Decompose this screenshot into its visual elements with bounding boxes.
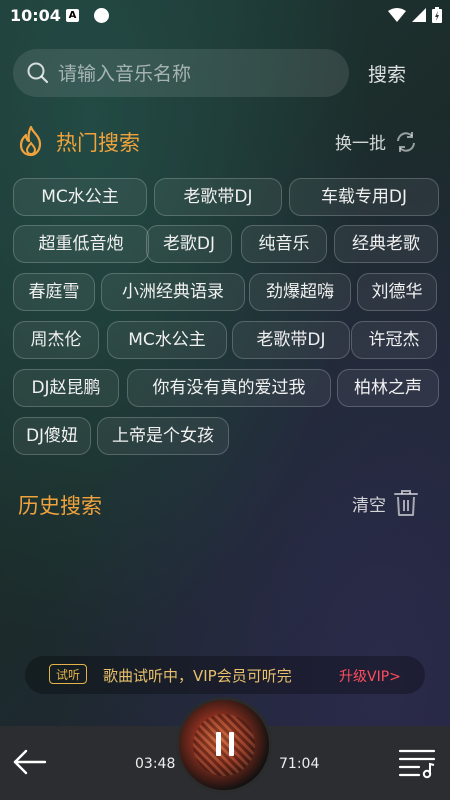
hot-tag[interactable]: 超重低音炮	[13, 225, 149, 263]
hot-tag[interactable]: 你有没有真的爱过我	[127, 369, 331, 407]
hot-tag[interactable]: 老歌DJ	[146, 225, 232, 263]
hot-tag[interactable]: 上帝是个女孩	[97, 417, 229, 455]
refresh-button[interactable]: 换一批	[335, 129, 418, 154]
status-bar: 10:04 A	[0, 0, 450, 32]
signal-icon	[412, 8, 426, 22]
pause-icon[interactable]	[214, 730, 236, 758]
hot-tag[interactable]: 老歌带DJ	[154, 178, 282, 216]
battery-icon	[432, 7, 442, 23]
hot-search-header: 热门搜索 换一批	[16, 124, 436, 160]
hot-tag[interactable]: 车载专用DJ	[289, 178, 439, 216]
hot-tag[interactable]: 老歌带DJ	[232, 321, 350, 359]
hot-tag[interactable]: DJ赵昆鹏	[13, 369, 119, 407]
status-icons	[388, 7, 442, 23]
hot-tag[interactable]: 纯音乐	[241, 225, 327, 263]
trash-icon	[394, 490, 418, 516]
wifi-icon	[388, 8, 406, 22]
vip-message: 歌曲试听中，VIP会员可听完	[103, 667, 292, 685]
clear-label: 清空	[352, 495, 386, 516]
upgrade-vip-link[interactable]: 升级VIP>	[339, 666, 401, 686]
hot-tag[interactable]: 刘德华	[357, 273, 437, 311]
flame-icon	[19, 125, 42, 157]
history-title: 历史搜索	[18, 494, 102, 518]
clear-history-button[interactable]: 清空	[352, 489, 418, 517]
notification-dot-icon	[94, 8, 109, 23]
hot-tag[interactable]: 劲爆超嗨	[249, 273, 351, 311]
notification-a-icon: A	[66, 9, 79, 22]
refresh-icon	[397, 131, 415, 152]
search-input[interactable]	[56, 49, 340, 99]
trial-badge: 试听	[49, 664, 87, 684]
hot-tag[interactable]: 小洲经典语录	[101, 273, 245, 311]
album-disc[interactable]	[176, 697, 272, 793]
hot-tag[interactable]: MC水公主	[107, 321, 227, 359]
search-icon	[27, 62, 49, 84]
hot-tag[interactable]: MC水公主	[13, 178, 147, 216]
hot-tag[interactable]: 春庭雪	[13, 273, 95, 311]
refresh-label: 换一批	[335, 134, 386, 154]
hot-tag[interactable]: 周杰伦	[13, 321, 99, 359]
hot-tag[interactable]: 许冠杰	[351, 321, 437, 359]
hot-search-title: 热门搜索	[56, 131, 140, 155]
status-time: 10:04	[10, 6, 61, 25]
back-arrow-icon[interactable]	[12, 748, 48, 776]
search-box	[13, 49, 349, 99]
hot-tag[interactable]: 经典老歌	[334, 225, 438, 263]
playlist-icon[interactable]	[397, 746, 437, 780]
total-time: 71:04	[279, 756, 320, 772]
current-time: 03:48	[135, 756, 176, 772]
vip-banner[interactable]: 试听 歌曲试听中，VIP会员可听完 升级VIP>	[25, 656, 425, 694]
hot-tag[interactable]: DJ傻妞	[13, 417, 91, 455]
search-button[interactable]: 搜索	[368, 60, 406, 87]
hot-tag[interactable]: 柏林之声	[337, 369, 439, 407]
